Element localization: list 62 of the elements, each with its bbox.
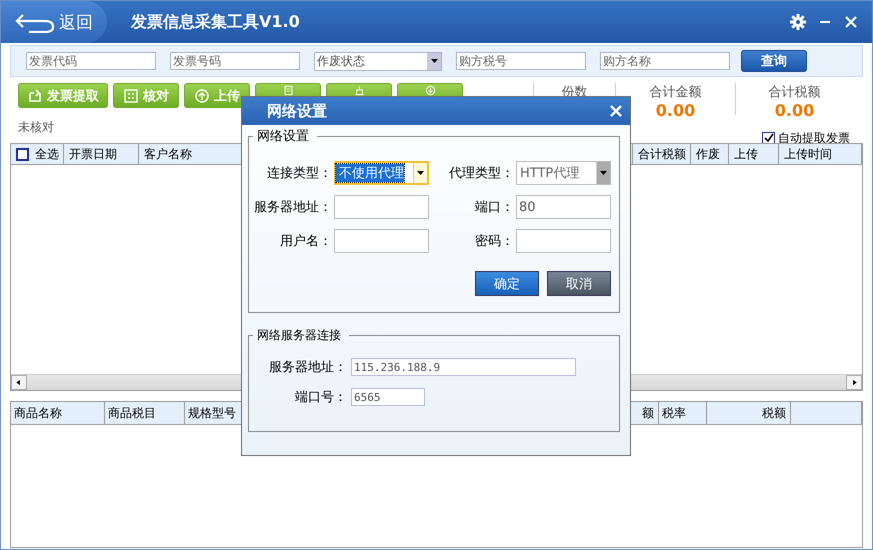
up-arrow-circle-icon [194, 88, 210, 104]
input-field[interactable]: 115.236.188.9 [351, 358, 576, 376]
caret-icon [600, 171, 607, 175]
building-icon [354, 85, 364, 96]
input-field[interactable]: 6565 [351, 388, 425, 406]
document-icon [282, 85, 294, 96]
caret-icon [417, 171, 424, 175]
window-title: 发票信息采集工具V1.0 [131, 12, 301, 32]
column-header: 税额 [762, 404, 786, 422]
column-header: 税率 [662, 404, 686, 422]
close-icon [844, 14, 858, 30]
field-label: 连接类型： [266, 165, 332, 182]
field-label: 服务器地址： [268, 359, 347, 376]
group-title: 网络服务器连接 [256, 327, 342, 344]
dialog-title: 网络设置 [267, 102, 327, 120]
field-label: 端口： [474, 199, 514, 216]
input-field[interactable]: 80 [516, 195, 611, 219]
column-header: 上传 [734, 146, 758, 162]
field-label: 端口号： [294, 389, 347, 406]
close-icon [610, 105, 622, 117]
cancel-button[interactable]: 取消 [547, 271, 611, 296]
column-header: 作废 [696, 146, 720, 162]
column-header: 开票日期 [69, 146, 117, 162]
column-header: 客户名称 [144, 146, 192, 162]
input-field[interactable] [334, 229, 429, 253]
settings-icon [790, 14, 806, 30]
checkmark-icon [763, 132, 774, 144]
column-header: 合计税额 [638, 146, 686, 162]
group-title: 网络设置 [256, 128, 310, 145]
dropdown[interactable]: 不使用代理 [334, 161, 429, 185]
column-header: 商品名称 [14, 404, 62, 422]
search-field[interactable]: 发票号码 [170, 52, 300, 70]
search-field[interactable]: 购方税号 [456, 52, 586, 70]
select-all-checkbox[interactable]: 全选 [16, 146, 59, 162]
column-header: 额 [642, 404, 654, 422]
close-button[interactable] [610, 105, 622, 117]
down-arrow-circle-icon [424, 85, 436, 96]
stat-value: 0.00 [656, 101, 696, 120]
caret-icon [430, 59, 438, 63]
stat-label: 合计税额 [768, 84, 820, 101]
search-field[interactable]: 购方名称 [600, 52, 730, 70]
search-field[interactable]: 发票代码 [26, 52, 156, 70]
query-button[interactable]: 查询 [741, 50, 807, 72]
status-dropdown[interactable]: 作废状态 [314, 52, 442, 70]
confirm-button[interactable]: 确定 [475, 271, 539, 296]
stat-label: 合计金额 [650, 84, 702, 101]
input-field[interactable] [334, 195, 429, 219]
status-text: 未核对 [18, 118, 54, 136]
tray-arrow-icon [27, 88, 43, 104]
field-label: 用户名： [279, 233, 332, 250]
column-header: 商品税目 [108, 404, 156, 422]
back-arrow-icon [15, 11, 55, 33]
input-field[interactable] [516, 229, 611, 253]
back-button[interactable]: 返回 [1, 1, 107, 43]
field-label: 密码： [474, 233, 514, 250]
column-header: 规格型号 [188, 404, 236, 422]
field-label: 服务器地址： [253, 199, 332, 216]
field-label: 代理类型： [448, 165, 514, 182]
dotted-square-icon [123, 88, 139, 104]
stat-value: 0.00 [774, 101, 814, 120]
minimize-icon [820, 21, 830, 23]
column-header: 上传时间 [784, 146, 832, 162]
